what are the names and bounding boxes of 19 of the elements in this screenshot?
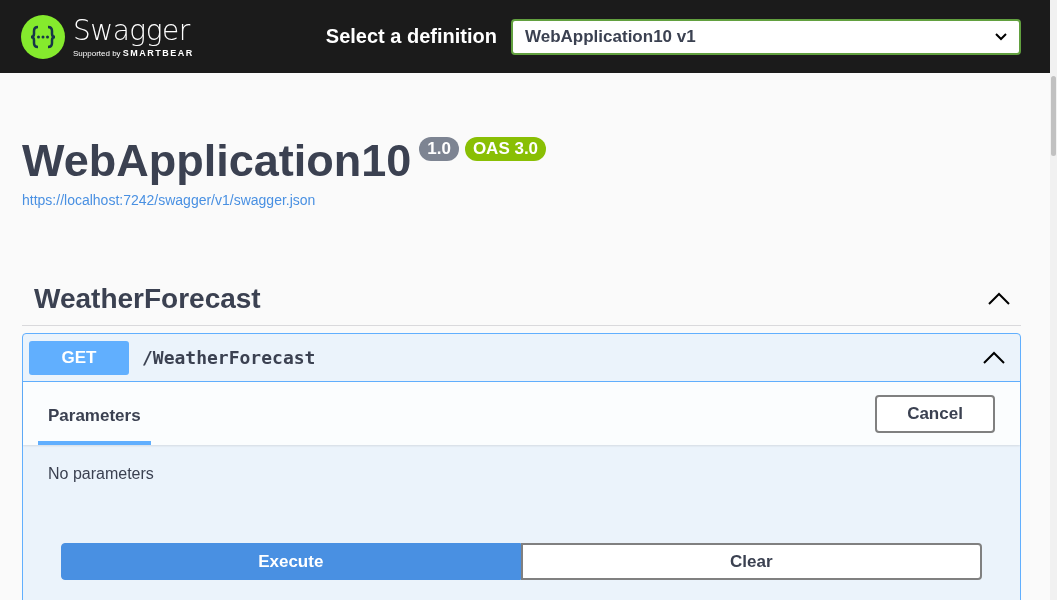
scrollbar[interactable] [1050, 0, 1057, 600]
version-badge: 1.0 [419, 137, 459, 161]
endpoint-path[interactable]: /WeatherForecast [142, 347, 316, 368]
method-badge: GET [29, 340, 129, 375]
no-parameters-text: No parameters [47, 464, 155, 484]
clear-button[interactable]: Clear [520, 543, 982, 580]
chevron-icon[interactable] [987, 292, 1011, 306]
logo-name: Swagger [73, 15, 192, 46]
chevron-icon[interactable] [982, 350, 1006, 365]
logo-tagline: Supported by SMARTBEAR [73, 47, 194, 58]
definition-dropdown[interactable]: WebApplication10 v1 [511, 18, 1021, 55]
cancel-button[interactable]: Cancel [875, 394, 995, 433]
definition-label: Select a definition [325, 25, 497, 48]
api-title: WebApplication10 [22, 134, 412, 188]
oas-badge: OAS 3.0 [464, 137, 547, 161]
caret-icon [995, 32, 1007, 41]
parameters-tab[interactable]: Parameters [38, 388, 151, 445]
logo-icon [21, 14, 65, 59]
tag-title[interactable]: WeatherForecast [34, 283, 261, 315]
